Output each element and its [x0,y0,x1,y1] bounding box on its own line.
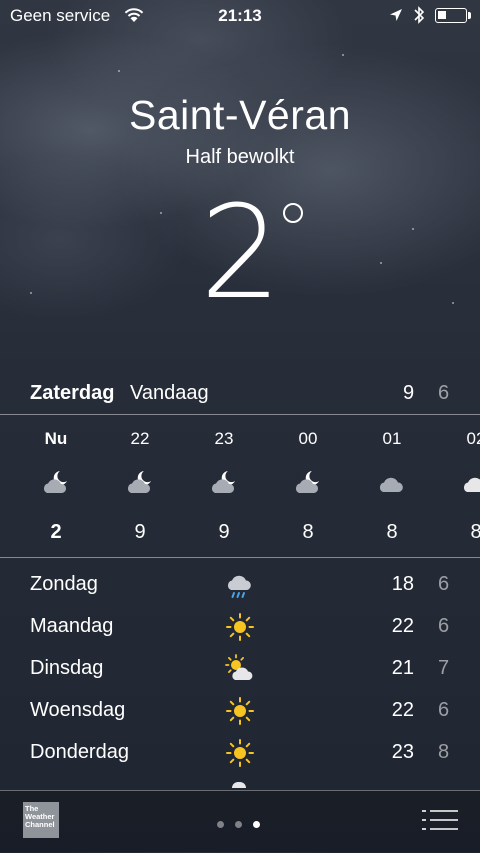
day-low: 6 [438,573,450,595]
hour-temp: 8 [386,521,398,543]
location-arrow-icon [390,9,402,21]
weather-channel-logo[interactable]: The Weather Channel [23,802,59,838]
day-high: 22 [391,615,414,637]
today-row: Zaterdag Vandaag 9 6 [0,378,480,414]
page-dot-active[interactable] [253,821,260,828]
hour-temp: 2 [50,521,62,543]
list-item: Dinsdag 21 7 [0,649,480,689]
hour-label: 00 [298,429,318,448]
day-name: Dinsdag [30,657,104,679]
list-item: Zondag 18 6 [0,565,480,605]
day-high: 22 [391,699,414,721]
hour-label: 22 [130,429,150,448]
sun-icon [226,613,254,641]
cloud-icon [463,477,480,492]
logo-line: Channel [25,820,55,829]
current-temperature: 2 [200,179,281,328]
day-low: 8 [438,741,450,763]
bottom-toolbar: The Weather Channel [0,790,480,853]
cloud-icon [379,477,403,492]
list-item: Maandag 22 6 [0,607,480,647]
battery-tip [468,12,471,19]
hour-temp: 9 [218,521,230,543]
sun-icon [226,739,254,767]
day-high: 18 [391,573,414,595]
partly-cloudy-night-icon [211,471,235,493]
today-low: 6 [438,382,450,404]
rain-cloud-icon [227,575,251,598]
hour-temp: 9 [134,521,146,543]
hour-temp: 8 [470,521,480,543]
day-low: 6 [438,699,450,721]
page-dot[interactable] [235,821,242,828]
hour-label: 23 [214,429,234,448]
list-item: Woensdag 22 6 [0,691,480,731]
day-low: 7 [438,657,450,679]
city-name: Saint-Véran [128,92,351,138]
status-bar: Geen service 21:13 [0,0,480,34]
sun-icon [226,697,254,725]
day-high: 21 [391,657,414,679]
today-high: 9 [403,382,415,404]
today-day: Zaterdag [30,382,115,404]
partly-sunny-icon [225,654,253,680]
day-low: 6 [438,615,450,637]
page-indicator[interactable] [217,815,271,833]
divider-bottom [0,557,480,558]
day-name: Maandag [30,615,114,637]
city-list-icon[interactable] [422,808,458,832]
today-label: Vandaag [130,382,209,404]
weather-condition: Half bewolkt [185,146,295,168]
list-item: Donderdag 23 8 [0,733,480,773]
day-name: Donderdag [30,741,129,763]
partly-cloudy-night-icon [43,471,67,493]
hour-label: 01 [382,429,402,448]
degree-icon [283,203,303,223]
page-dot[interactable] [217,821,224,828]
day-name: Zondag [30,573,98,595]
hour-label: Nu [44,429,68,448]
partly-cloudy-night-icon [127,471,151,493]
clock-time: 21:13 [218,6,262,25]
next-day-icon-peek [232,782,246,788]
day-name: Woensdag [30,699,126,721]
hour-label: 02 [466,429,480,448]
battery-icon [435,8,467,23]
day-high: 23 [391,741,414,763]
bluetooth-icon [414,6,425,24]
partly-cloudy-night-icon [295,471,319,493]
hour-temp: 8 [302,521,314,543]
hourly-forecast[interactable]: Nu 2 22 9 23 9 00 8 01 8 0 8 [0,415,480,557]
